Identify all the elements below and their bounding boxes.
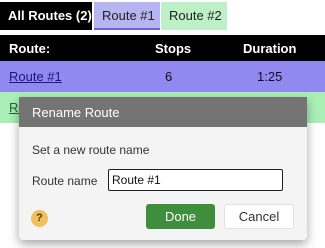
route-tabs: All Routes (2) Route #1 Route #2 [0, 2, 227, 30]
header-duration: Duration [243, 41, 297, 56]
header-route: Route: [9, 41, 51, 56]
tab-route-1[interactable]: Route #1 [94, 2, 160, 30]
table-row: Route #1 6 1:25 [0, 61, 325, 92]
dialog-title: Rename Route [19, 97, 307, 127]
header-stops: Stops [155, 41, 192, 56]
dialog-prompt: Set a new route name [32, 143, 150, 157]
route-name-label: Route name [32, 174, 98, 188]
tab-all-routes[interactable]: All Routes (2) [0, 2, 92, 30]
route-name-input[interactable] [108, 169, 283, 191]
tab-route-2[interactable]: Route #2 [161, 2, 227, 30]
rename-route-dialog: Rename Route Set a new route name Route … [19, 97, 307, 240]
route-link[interactable]: Route #1 [9, 69, 62, 84]
table-header: Route: Stops Duration [0, 35, 325, 61]
dialog-body: Set a new route name Route name ? Done C… [19, 127, 307, 240]
stops-cell: 6 [165, 69, 173, 84]
done-button[interactable]: Done [146, 204, 215, 229]
duration-cell: 1:25 [257, 69, 283, 84]
app-window: All Routes (2) Route #1 Route #2 Route: … [0, 0, 325, 248]
help-icon[interactable]: ? [31, 210, 48, 227]
cancel-button[interactable]: Cancel [224, 204, 294, 229]
